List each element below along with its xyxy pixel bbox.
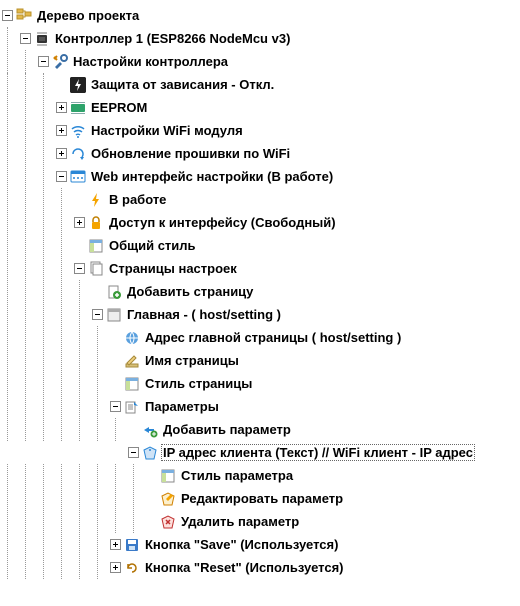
page-style-label: Стиль страницы — [144, 376, 253, 391]
no-toggle — [74, 194, 85, 205]
ip-param-label: IP адрес клиента (Текст) // WiFi клиент … — [162, 445, 474, 460]
hang-protect-node[interactable]: Защита от зависания - Откл. — [2, 73, 520, 96]
param-delete-label: Удалить параметр — [180, 514, 300, 529]
toggle-icon[interactable] — [128, 447, 139, 458]
toggle-icon[interactable] — [56, 125, 67, 136]
toggle-icon[interactable] — [92, 309, 103, 320]
access-label: Доступ к интерфейсу (Свободный) — [108, 215, 337, 230]
web-interface-node[interactable]: Web интерфейс настройки (В работе) — [2, 165, 520, 188]
tree-root-label: Дерево проекта — [36, 8, 140, 23]
add-param-label: Добавить параметр — [162, 422, 292, 437]
settings-label: Настройки контроллера — [72, 54, 229, 69]
tree-root[interactable]: Дерево проекта — [2, 4, 520, 27]
globe-icon — [124, 330, 140, 346]
save-button-label: Кнопка "Save" (Используется) — [144, 537, 339, 552]
style-icon — [88, 238, 104, 254]
toggle-icon[interactable] — [110, 401, 121, 412]
no-toggle — [74, 240, 85, 251]
page-name-label: Имя страницы — [144, 353, 240, 368]
pages-node[interactable]: Страницы настроек — [2, 257, 520, 280]
power-icon — [70, 77, 86, 93]
no-toggle — [92, 286, 103, 297]
toggle-icon[interactable] — [56, 171, 67, 182]
pages-icon — [88, 261, 104, 277]
toggle-icon[interactable] — [74, 263, 85, 274]
hang-protect-label: Защита от зависания - Откл. — [90, 77, 275, 92]
delete-param-icon — [160, 514, 176, 530]
tools-icon — [52, 54, 68, 70]
pencil-icon — [124, 353, 140, 369]
toggle-icon[interactable] — [20, 33, 31, 44]
in-work-label: В работе — [108, 192, 167, 207]
edit-param-icon — [160, 491, 176, 507]
toggle-icon[interactable] — [74, 217, 85, 228]
bolt-icon — [88, 192, 104, 208]
wifi-module-label: Настройки WiFi модуля — [90, 123, 244, 138]
controller-label: Контроллер 1 (ESP8266 NodeMcu v3) — [54, 31, 291, 46]
tree-icon — [16, 8, 32, 24]
toggle-icon[interactable] — [2, 10, 13, 21]
main-page-label: Главная - ( host/setting ) — [126, 307, 282, 322]
param-style-label: Стиль параметра — [180, 468, 294, 483]
lock-icon — [88, 215, 104, 231]
in-work-node[interactable]: В работе — [2, 188, 520, 211]
no-toggle — [128, 424, 139, 435]
no-toggle — [110, 332, 121, 343]
no-toggle — [56, 79, 67, 90]
chip-icon — [34, 31, 50, 47]
toggle-icon[interactable] — [110, 539, 121, 550]
param-edit-label: Редактировать параметр — [180, 491, 344, 506]
toggle-icon[interactable] — [56, 148, 67, 159]
params-label: Параметры — [144, 399, 220, 414]
params-icon — [124, 399, 140, 415]
common-style-label: Общий стиль — [108, 238, 197, 253]
ip-param-node[interactable]: IP адрес клиента (Текст) // WiFi клиент … — [2, 441, 520, 464]
eeprom-node[interactable]: EEPROM — [2, 96, 520, 119]
params-node[interactable]: Параметры — [2, 395, 520, 418]
reset-button-label: Кнопка "Reset" (Используется) — [144, 560, 345, 575]
save-icon — [124, 537, 140, 553]
reset-icon — [124, 560, 140, 576]
main-page-node[interactable]: Главная - ( host/setting ) — [2, 303, 520, 326]
toggle-icon[interactable] — [38, 56, 49, 67]
add-page-label: Добавить страницу — [126, 284, 254, 299]
wifi-module-node[interactable]: Настройки WiFi модуля — [2, 119, 520, 142]
no-toggle — [146, 493, 157, 504]
controller-node[interactable]: Контроллер 1 (ESP8266 NodeMcu v3) — [2, 27, 520, 50]
page-address-label: Адрес главной страницы ( host/setting ) — [144, 330, 402, 345]
wifi-icon — [70, 123, 86, 139]
tag-icon — [142, 445, 158, 461]
page-icon — [106, 307, 122, 323]
eeprom-icon — [70, 100, 86, 116]
project-tree[interactable]: Дерево проекта Контроллер 1 (ESP8266 Nod… — [0, 0, 520, 583]
access-node[interactable]: Доступ к интерфейсу (Свободный) — [2, 211, 520, 234]
web-interface-label: Web интерфейс настройки (В работе) — [90, 169, 334, 184]
style-icon — [124, 376, 140, 392]
toggle-icon[interactable] — [110, 562, 121, 573]
update-icon — [70, 146, 86, 162]
style-icon — [160, 468, 176, 484]
add-param-icon — [142, 422, 158, 438]
eeprom-label: EEPROM — [90, 100, 148, 115]
add-page-icon — [106, 284, 122, 300]
pages-label: Страницы настроек — [108, 261, 238, 276]
no-toggle — [110, 355, 121, 366]
settings-node[interactable]: Настройки контроллера — [2, 50, 520, 73]
fw-update-label: Обновление прошивки по WiFi — [90, 146, 291, 161]
common-style-node[interactable]: Общий стиль — [2, 234, 520, 257]
fw-update-node[interactable]: Обновление прошивки по WiFi — [2, 142, 520, 165]
no-toggle — [110, 378, 121, 389]
toggle-icon[interactable] — [56, 102, 67, 113]
no-toggle — [146, 470, 157, 481]
web-icon — [70, 169, 86, 185]
no-toggle — [146, 516, 157, 527]
